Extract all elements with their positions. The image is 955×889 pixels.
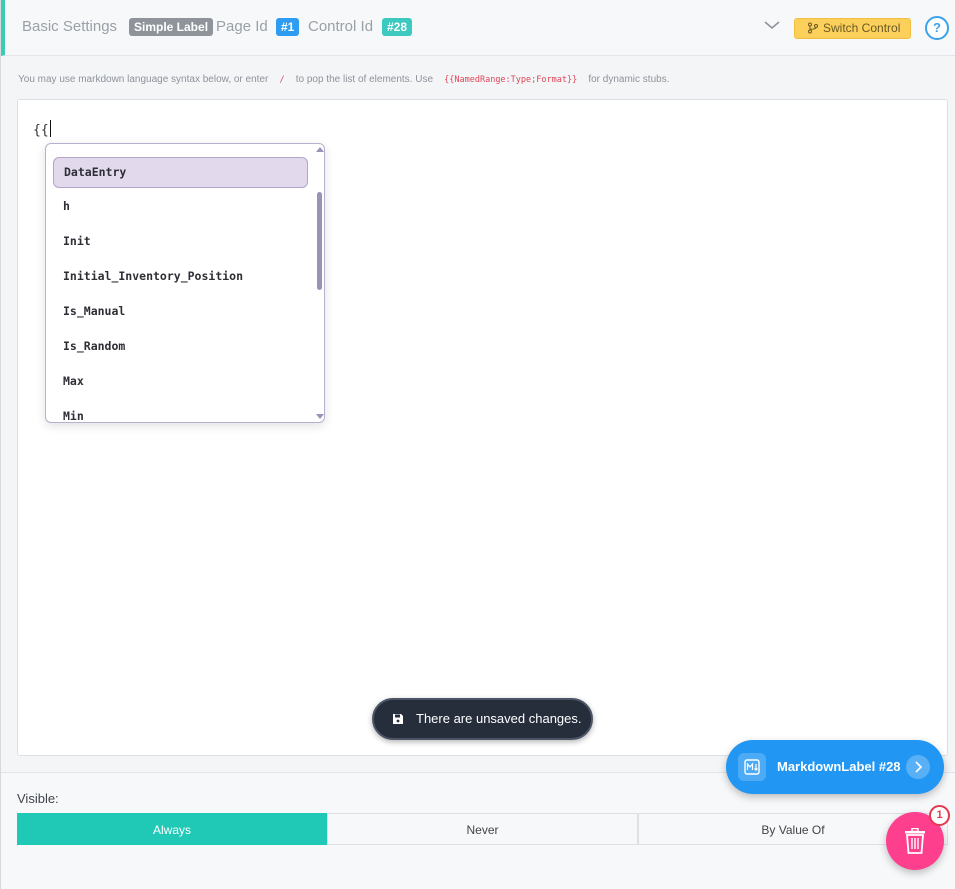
- trash-count-badge: 1: [929, 805, 950, 826]
- dropdown-scrollbar[interactable]: [317, 192, 322, 290]
- branch-icon: [808, 22, 818, 34]
- page-id-label: Page Id: [216, 18, 268, 35]
- dropdown-item[interactable]: Init: [53, 226, 308, 257]
- scroll-down-arrow-icon[interactable]: [316, 414, 324, 419]
- scroll-up-arrow-icon[interactable]: [316, 147, 324, 152]
- page-id-badge: #1: [276, 18, 300, 36]
- dropdown-item[interactable]: Initial_Inventory_Position: [53, 261, 308, 292]
- basic-settings-title: Basic Settings: [22, 18, 118, 35]
- control-id-label: Control Id: [308, 18, 374, 35]
- editor-content[interactable]: {{: [33, 120, 51, 138]
- header-bar: Basic Settings Simple Label Page Id #1 C…: [1, 0, 955, 56]
- dropdown-item[interactable]: Min: [53, 401, 308, 422]
- hint-text-3: for dynamic stubs.: [588, 74, 670, 85]
- visible-always-option[interactable]: Always: [17, 813, 327, 845]
- control-type-badge: Simple Label: [129, 18, 214, 36]
- markdown-hint: You may use markdown language syntax bel…: [18, 74, 669, 85]
- visible-never-option[interactable]: Never: [327, 813, 638, 845]
- switch-control-label: Switch Control: [823, 21, 901, 35]
- control-chip[interactable]: MarkdownLabel #28: [726, 740, 944, 794]
- app-frame: Basic Settings Simple Label Page Id #1 C…: [0, 0, 955, 889]
- hint-text-1: You may use markdown language syntax bel…: [18, 74, 269, 85]
- dropdown-item[interactable]: Is_Manual: [53, 296, 308, 327]
- dropdown-item[interactable]: DataEntry: [53, 157, 308, 188]
- control-chip-label: MarkdownLabel #28: [777, 759, 901, 774]
- chevron-right-icon[interactable]: [906, 755, 930, 779]
- switch-control-button[interactable]: Switch Control: [794, 18, 911, 39]
- markdown-label-icon: [738, 753, 766, 781]
- hint-text-2: to pop the list of elements. Use: [295, 74, 434, 85]
- text-caret: [49, 120, 51, 137]
- help-button[interactable]: ?: [925, 16, 949, 40]
- chevron-down-icon[interactable]: [763, 16, 781, 34]
- save-icon: [393, 714, 403, 724]
- unsaved-changes-toast: There are unsaved changes.: [372, 698, 593, 740]
- toast-message: There are unsaved changes.: [416, 711, 582, 726]
- dropdown-item[interactable]: h: [53, 191, 308, 222]
- hint-slash: /: [279, 75, 285, 85]
- trash-icon: [905, 828, 925, 854]
- visible-label: Visible:: [17, 791, 59, 806]
- editor-value: {{: [33, 123, 49, 138]
- dropdown-item[interactable]: Is_Random: [53, 331, 308, 362]
- control-id-badge: #28: [382, 18, 413, 36]
- hint-stub-syntax: {{NamedRange:Type;Format}}: [444, 75, 578, 85]
- dropdown-item[interactable]: Max: [53, 366, 308, 397]
- autocomplete-dropdown[interactable]: DataEntry h Init Initial_Inventory_Posit…: [45, 143, 325, 423]
